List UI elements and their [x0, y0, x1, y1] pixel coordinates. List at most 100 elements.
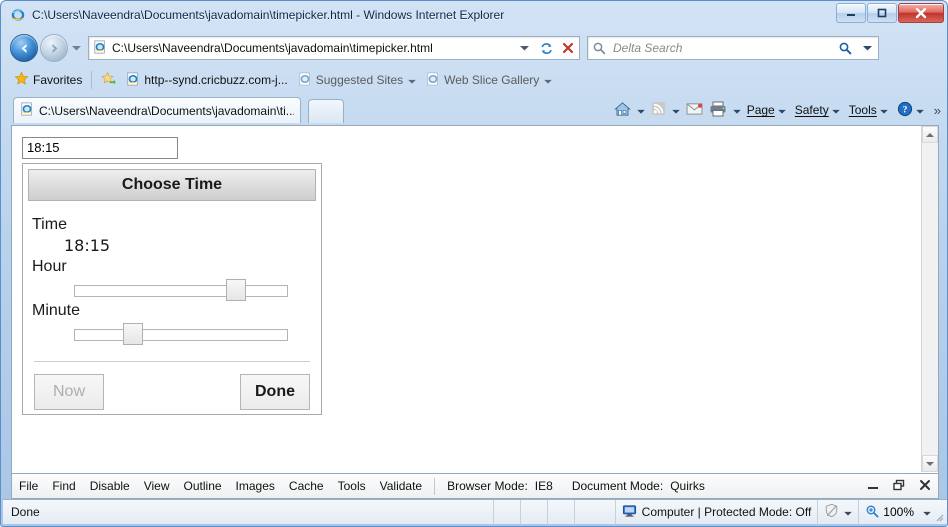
command-bar-overflow-button[interactable]: »: [934, 103, 941, 118]
devtools-minimize-button[interactable]: [866, 478, 880, 495]
forward-button[interactable]: [40, 34, 68, 62]
browser-mode-label[interactable]: Browser Mode:: [440, 479, 535, 493]
minute-slider[interactable]: [74, 323, 288, 345]
chevron-down-icon[interactable]: [408, 73, 416, 87]
zoom-control[interactable]: 100%: [859, 504, 937, 521]
timepicker-widget: Choose Time Time 18:15 Hour Minute Now D…: [22, 163, 322, 415]
minute-slider-thumb[interactable]: [123, 323, 144, 345]
browser-window: C:\Users\Naveendra\Documents\javadomain\…: [0, 0, 948, 527]
back-button[interactable]: [10, 34, 38, 62]
search-input[interactable]: Delta Search: [610, 41, 834, 55]
page-canvas: 18:15 Choose Time Time 18:15 Hour Minute: [12, 126, 918, 472]
stop-icon[interactable]: [557, 37, 579, 59]
chevron-down-icon[interactable]: [923, 505, 931, 519]
chevron-down-icon[interactable]: [544, 73, 553, 87]
home-dropdown-icon[interactable]: [636, 103, 645, 117]
add-to-favorites-bar-button[interactable]: [96, 70, 121, 90]
scroll-up-button[interactable]: [922, 126, 938, 143]
vertical-scrollbar[interactable]: [921, 126, 938, 472]
devtools-menu-find[interactable]: Find: [45, 479, 82, 493]
browser-tab[interactable]: C:\Users\Naveendra\Documents\javadomain\…: [13, 97, 301, 123]
refresh-icon[interactable]: [535, 37, 557, 59]
hour-slider-thumb[interactable]: [225, 279, 246, 301]
address-text: C:\Users\Naveendra\Documents\javadomain\…: [112, 41, 433, 55]
favorites-bar-item-suggested-sites[interactable]: Suggested Sites: [293, 70, 421, 90]
status-divider: [519, 499, 521, 525]
minute-label: Minute: [32, 302, 81, 319]
search-icon: [588, 37, 610, 59]
help-icon: ?: [897, 101, 913, 120]
timepicker-footer: Now Done: [32, 374, 312, 412]
restore-button[interactable]: [867, 3, 897, 23]
page-viewport: 18:15 Choose Time Time 18:15 Hour Minute: [11, 125, 939, 473]
title-bar: C:\Users\Naveendra\Documents\javadomain\…: [1, 1, 948, 28]
divider: [34, 361, 310, 362]
security-zone[interactable]: Computer | Protected Mode: Off: [616, 504, 818, 521]
safety-menu[interactable]: Safety: [792, 99, 846, 121]
address-bar[interactable]: C:\Users\Naveendra\Documents\javadomain\…: [88, 36, 580, 60]
resize-grip[interactable]: [932, 510, 944, 522]
minute-slider-track[interactable]: [74, 329, 288, 341]
scroll-down-button[interactable]: [922, 455, 938, 472]
feeds-button[interactable]: [648, 99, 669, 121]
done-button[interactable]: Done: [240, 374, 310, 410]
status-text: Done: [11, 505, 40, 519]
favorites-bar-item-web-slice-gallery[interactable]: Web Slice Gallery: [421, 70, 557, 90]
read-mail-button[interactable]: [683, 99, 706, 121]
status-divider: [546, 499, 548, 525]
page-menu[interactable]: Page: [744, 99, 792, 121]
favorites-label: Favorites: [33, 73, 83, 87]
status-divider: [573, 499, 575, 525]
devtools-menu-file[interactable]: File: [12, 479, 45, 493]
new-tab-button[interactable]: [308, 99, 344, 123]
favorites-bar-item[interactable]: http--synd.cricbuzz.com-j...: [121, 70, 292, 90]
devtools-window-controls: [866, 478, 932, 495]
chevron-down-icon: [880, 103, 888, 117]
tab-label: C:\Users\Naveendra\Documents\javadomain\…: [39, 103, 294, 118]
favorites-button[interactable]: Favorites: [9, 70, 87, 90]
star-add-icon: [101, 71, 116, 89]
tools-menu[interactable]: Tools: [846, 99, 894, 121]
chevron-down-icon: [844, 505, 853, 519]
devtools-menu-cache[interactable]: Cache: [282, 479, 331, 493]
print-button[interactable]: [706, 99, 730, 121]
hour-slider-track[interactable]: [74, 285, 288, 297]
devtools-menu-validate[interactable]: Validate: [373, 479, 429, 493]
search-provider-dropdown-icon[interactable]: [856, 37, 878, 59]
chevron-down-icon: [777, 103, 786, 117]
devtools-menu-outline[interactable]: Outline: [177, 479, 229, 493]
devtools-menu-view[interactable]: View: [137, 479, 177, 493]
devtools-menu-images[interactable]: Images: [229, 479, 282, 493]
page-favicon-icon: [298, 71, 312, 89]
safety-menu-label: Safety: [794, 103, 829, 117]
devtools-close-button[interactable]: [918, 478, 932, 495]
status-divider: [492, 499, 494, 525]
address-dropdown-icon[interactable]: [513, 37, 535, 59]
devtools-menu-disable[interactable]: Disable: [83, 479, 137, 493]
protected-mode-indicator[interactable]: [818, 503, 858, 521]
devtools-menu-tools[interactable]: Tools: [331, 479, 373, 493]
search-submit-icon[interactable]: [834, 37, 856, 59]
time-value: 18:15: [64, 236, 111, 255]
feeds-dropdown-icon[interactable]: [671, 103, 680, 117]
recent-pages-button[interactable]: [68, 45, 84, 51]
hour-label: Hour: [32, 258, 67, 275]
tab-bar: C:\Users\Naveendra\Documents\javadomain\…: [1, 93, 948, 125]
minimize-button[interactable]: [836, 3, 866, 23]
browser-mode-value[interactable]: IE8: [535, 479, 560, 493]
now-button[interactable]: Now: [34, 374, 104, 410]
home-button[interactable]: [611, 99, 634, 121]
devtools-restore-button[interactable]: [892, 478, 906, 495]
time-input[interactable]: 18:15: [22, 137, 178, 159]
search-box[interactable]: Delta Search: [587, 36, 879, 60]
help-menu[interactable]: ?: [894, 99, 930, 121]
favorites-bar-item-label: http--synd.cricbuzz.com-j...: [144, 73, 288, 87]
close-button[interactable]: [898, 3, 944, 23]
document-mode-value[interactable]: Quirks: [670, 479, 712, 493]
hour-slider[interactable]: [74, 279, 288, 301]
internet-explorer-icon: [10, 7, 26, 23]
developer-tools-bar: File Find Disable View Outline Images Ca…: [11, 473, 939, 499]
command-bar: Page Safety Tools ? »: [611, 98, 943, 122]
print-dropdown-icon[interactable]: [732, 103, 741, 117]
document-mode-label[interactable]: Document Mode:: [560, 479, 670, 493]
